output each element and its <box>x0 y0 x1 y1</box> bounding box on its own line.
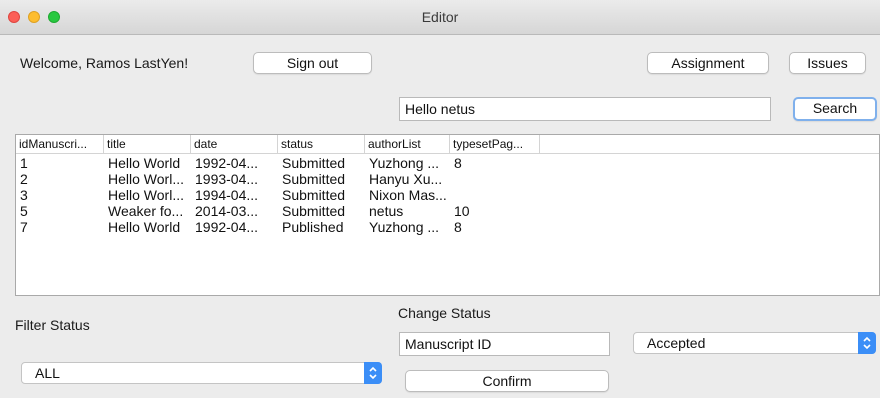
table-cell: 10 <box>454 203 470 219</box>
issues-button[interactable]: Issues <box>789 52 866 74</box>
table-row[interactable]: 1 Hello World 1992-04... Submitted Yuzhong .… <box>16 155 879 171</box>
table-cell: 8 <box>454 219 462 235</box>
table-row[interactable]: 5 Weaker fo... 2014-03... Submitted netus 10 <box>16 203 879 219</box>
table-cell: 2 <box>20 171 28 187</box>
table-cell: Weaker fo... <box>108 203 184 219</box>
table-cell: Hello World <box>108 219 181 235</box>
manuscripts-table[interactable]: idManuscri... title date status authorList ty… <box>15 134 880 296</box>
table-cell: 7 <box>20 219 28 235</box>
status-select-value: Accepted <box>647 335 706 351</box>
search-input[interactable]: Hello netus <box>399 97 771 121</box>
table-cell: 8 <box>454 155 462 171</box>
table-cell: Yuzhong ... <box>369 155 440 171</box>
table-cell: Hello World <box>108 155 181 171</box>
table-cell: 2014-03... <box>195 203 259 219</box>
table-cell: 3 <box>20 187 28 203</box>
table-cell: Hanyu Xu... <box>369 171 443 187</box>
table-row[interactable]: 3 Hello Worl... 1994-04... Submitted Nixon M… <box>16 187 879 203</box>
table-cell: netus <box>369 203 404 219</box>
table-cell: Hello Worl... <box>108 171 184 187</box>
select-stepper-icon <box>858 332 876 354</box>
column-header[interactable]: authorList <box>365 135 450 153</box>
filter-status-label: Filter Status <box>15 317 90 333</box>
table-cell: 5 <box>20 203 28 219</box>
column-header[interactable]: title <box>104 135 191 153</box>
table-cell: Submitted <box>282 171 346 187</box>
table-cell: Submitted <box>282 203 346 219</box>
search-button[interactable]: Search <box>793 97 877 121</box>
column-header[interactable]: typesetPag... <box>450 135 540 153</box>
select-stepper-icon <box>364 362 382 384</box>
column-header[interactable]: date <box>191 135 278 153</box>
table-cell: Published <box>282 219 344 235</box>
window-title: Editor <box>421 9 459 25</box>
table-cell: 1 <box>20 155 28 171</box>
filter-status-value: ALL <box>35 365 60 381</box>
table-cell: 1993-04... <box>195 171 259 187</box>
assignment-button[interactable]: Assignment <box>647 52 769 74</box>
table-cell: Submitted <box>282 155 346 171</box>
change-status-label: Change Status <box>398 305 491 321</box>
table-cell: Yuzhong ... <box>369 219 440 235</box>
status-select[interactable]: Accepted <box>633 332 876 354</box>
manuscript-id-input[interactable]: Manuscript ID <box>399 332 610 356</box>
column-header[interactable]: status <box>278 135 365 153</box>
table-row[interactable]: 7 Hello World 1992-04... Published Yuzhong .… <box>16 219 879 235</box>
table-header: idManuscri... title date status authorList ty… <box>16 135 879 154</box>
filter-status-select[interactable]: ALL <box>21 362 382 384</box>
window-titlebar: Editor <box>0 0 880 35</box>
table-cell: 1992-04... <box>195 219 259 235</box>
table-cell: 1994-04... <box>195 187 259 203</box>
column-header[interactable]: idManuscri... <box>16 135 104 153</box>
table-cell: Nixon Mas... <box>369 187 447 203</box>
table-row[interactable]: 2 Hello Worl... 1993-04... Submitted Hanyu X… <box>16 171 879 187</box>
table-cell: 1992-04... <box>195 155 259 171</box>
table-cell: Hello Worl... <box>108 187 184 203</box>
confirm-button[interactable]: Confirm <box>405 370 609 392</box>
welcome-label: Welcome, Ramos LastYen! <box>20 55 189 71</box>
table-cell: Submitted <box>282 187 346 203</box>
sign-out-button[interactable]: Sign out <box>253 52 372 74</box>
